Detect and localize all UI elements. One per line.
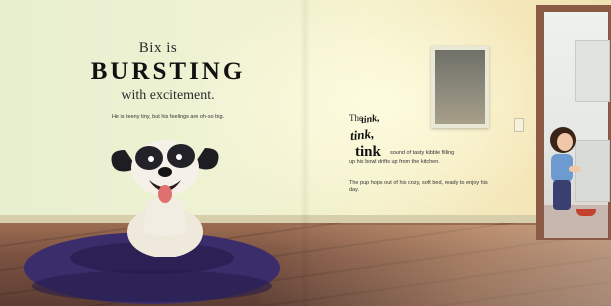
dog-illustration [111, 140, 219, 257]
dog-eye-left [148, 156, 154, 162]
headline-line-3: with excitement. [121, 88, 215, 103]
sfx-tink-2: tink, [349, 125, 375, 144]
dog-nose [158, 167, 172, 177]
kitchen-cabinet-upper [575, 40, 610, 102]
baseboard [0, 215, 540, 223]
headline-line-1: Bix is [138, 40, 178, 56]
wall-painting [431, 46, 489, 128]
paragraph-1-end: up his bowl drifts up from the kitchen. [349, 159, 440, 165]
dog-tongue [158, 185, 172, 203]
dog-eye-right [176, 154, 182, 160]
girl-illustration [550, 127, 581, 210]
girl-pants [553, 180, 571, 210]
book-gutter [300, 0, 310, 306]
paragraph-2: The pup hops out of his cozy, soft bed, … [349, 180, 488, 193]
girl-face [557, 133, 573, 151]
painting-canvas [435, 50, 485, 124]
kibble-bowl [576, 209, 596, 216]
dog-bed-shadow [32, 270, 272, 302]
picture-book-spread: Bix is BURSTING with excitement. He is t… [0, 0, 611, 306]
paragraph-1-start: sound of tasty kibble filling [390, 150, 455, 156]
girl-arm [569, 166, 581, 172]
light-switch [514, 118, 524, 132]
headline-line-2: BURSTING [90, 58, 246, 85]
left-subtext: He is teeny tiny, but his feelings are o… [111, 114, 225, 120]
